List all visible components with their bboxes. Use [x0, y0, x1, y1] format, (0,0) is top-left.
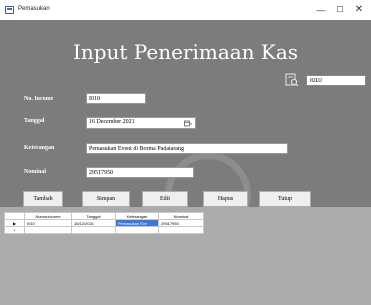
- no-income-field[interactable]: [86, 93, 146, 104]
- table-cell[interactable]: I010: [24, 219, 72, 227]
- income-data-grid[interactable]: NomorIncome Tanggal Keterangan Nominal ▶…: [4, 212, 204, 234]
- table-cell[interactable]: [24, 226, 72, 234]
- tanggal-date-picker[interactable]: 16 December 2021: [86, 117, 196, 129]
- table-cell[interactable]: [158, 226, 204, 234]
- table-cell[interactable]: 29517950: [158, 219, 204, 227]
- window-app-icon: [5, 6, 14, 14]
- minimize-button[interactable]: —: [313, 4, 329, 16]
- table-cell[interactable]: 16/12/2021: [71, 219, 116, 227]
- label-no-income: No. Income: [24, 96, 54, 102]
- maximize-button[interactable]: ☐: [332, 4, 348, 16]
- row-header-corner: [4, 212, 25, 220]
- new-row-marker[interactable]: *: [4, 226, 25, 234]
- table-cell-selected[interactable]: Pemasukan Eve: [115, 219, 159, 227]
- column-header[interactable]: Tanggal: [71, 212, 116, 220]
- simpan-button[interactable]: Simpan: [82, 191, 130, 207]
- window-title: Pemasukan: [18, 6, 50, 12]
- current-row-marker[interactable]: ▶: [4, 219, 25, 227]
- calendar-dropdown-icon[interactable]: [184, 120, 192, 127]
- tutup-button[interactable]: Tutup: [259, 191, 311, 207]
- search-icon[interactable]: [285, 73, 299, 87]
- close-button[interactable]: ✕: [351, 4, 367, 16]
- table-row-new[interactable]: *: [4, 226, 204, 234]
- column-header[interactable]: Keterangan: [115, 212, 159, 220]
- nominal-field[interactable]: [86, 167, 194, 178]
- keterangan-field[interactable]: [86, 143, 288, 154]
- search-income-input[interactable]: [306, 75, 366, 86]
- table-cell[interactable]: [115, 226, 159, 234]
- label-nominal: Nominal: [24, 169, 47, 175]
- column-header[interactable]: NomorIncome: [24, 212, 72, 220]
- hapus-button[interactable]: Hapus: [203, 191, 248, 207]
- tambah-button[interactable]: Tambah: [23, 191, 63, 207]
- table-row[interactable]: ▶ I010 16/12/2021 Pemasukan Eve 29517950: [4, 219, 204, 227]
- column-header[interactable]: Nominal: [158, 212, 204, 220]
- form-heading: Input Penerimaan Kas: [72, 40, 299, 64]
- edit-button[interactable]: Edit: [142, 191, 188, 207]
- title-bar: Pemasukan — ☐ ✕: [0, 0, 371, 20]
- grid-header-row: NomorIncome Tanggal Keterangan Nominal: [4, 212, 204, 220]
- table-cell[interactable]: [71, 226, 116, 234]
- label-keterangan: Keterangan: [24, 145, 55, 151]
- tanggal-value: 16 December 2021: [89, 119, 135, 125]
- label-tanggal: Tanggal: [24, 118, 45, 124]
